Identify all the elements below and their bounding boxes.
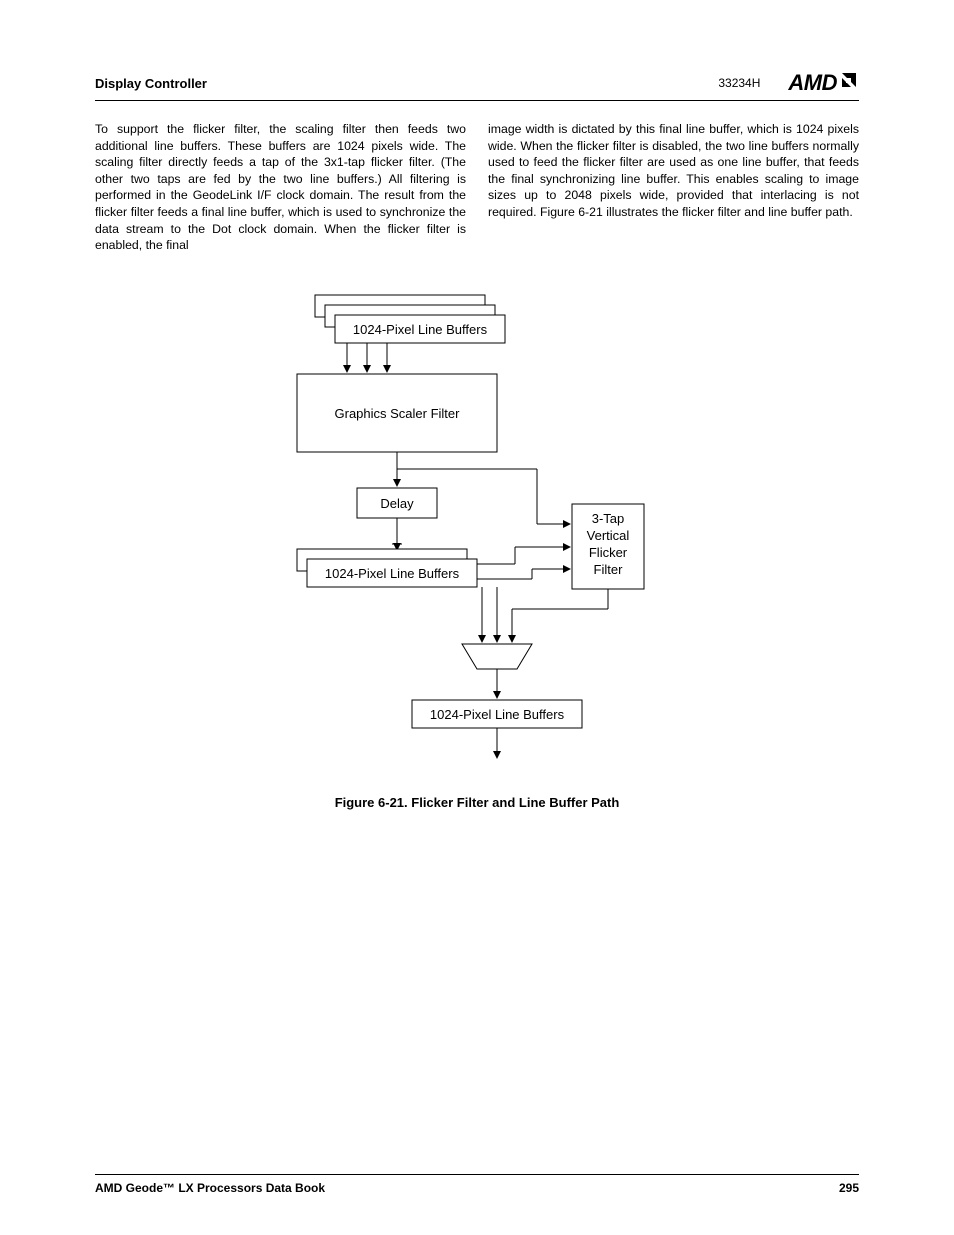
amd-logo: AMD [788, 70, 859, 96]
flicker-filter-diagram: 1024-Pixel Line Buffers Graphics Scaler … [237, 289, 717, 779]
section-title: Display Controller [95, 76, 207, 91]
diagram-box-line-buffers-mid: 1024-Pixel Line Buffers [325, 566, 460, 581]
body-paragraph: To support the flicker filter, the scali… [95, 121, 859, 254]
diagram-box-delay: Delay [380, 496, 414, 511]
figure-block: 1024-Pixel Line Buffers Graphics Scaler … [95, 289, 859, 810]
amd-logo-text: AMD [788, 70, 837, 96]
body-column-2: image width is dictated by this final li… [488, 121, 859, 254]
footer-page-number: 295 [839, 1181, 859, 1195]
body-column-1: To support the flicker filter, the scali… [95, 121, 466, 254]
diagram-box-flicker-l2: Vertical [587, 528, 630, 543]
header-right: 33234H AMD [718, 70, 859, 96]
diagram-box-scaler: Graphics Scaler Filter [335, 406, 461, 421]
page-footer: AMD Geode™ LX Processors Data Book 295 [95, 1174, 859, 1195]
page-container: Display Controller 33234H AMD To support… [0, 0, 954, 1235]
figure-caption: Figure 6-21. Flicker Filter and Line Buf… [95, 795, 859, 810]
diagram-box-flicker-l1: 3-Tap [592, 511, 625, 526]
footer-book-title: AMD Geode™ LX Processors Data Book [95, 1181, 325, 1195]
diagram-box-flicker-l4: Filter [594, 562, 624, 577]
diagram-box-line-buffers-top: 1024-Pixel Line Buffers [353, 322, 488, 337]
diagram-box-line-buffers-bottom: 1024-Pixel Line Buffers [430, 707, 565, 722]
amd-arrow-icon [837, 70, 859, 96]
document-id: 33234H [718, 76, 760, 90]
diagram-box-flicker-l3: Flicker [589, 545, 628, 560]
page-header: Display Controller 33234H AMD [95, 70, 859, 101]
